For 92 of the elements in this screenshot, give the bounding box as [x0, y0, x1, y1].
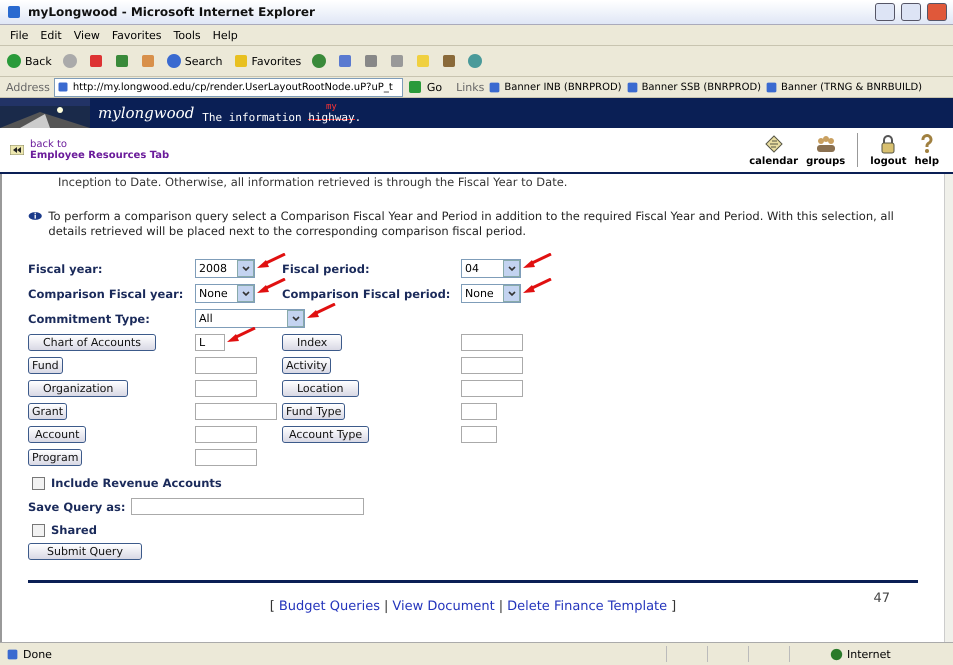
submit-button[interactable]: Submit Query: [28, 543, 142, 560]
footer-link[interactable]: Budget Queries: [278, 599, 380, 614]
menu-item[interactable]: Tools: [170, 28, 205, 42]
intro-text: Inception to Date. Otherwise, all information retrieved is through the Fiscal Year to Date.: [57, 175, 568, 189]
text-field[interactable]: [195, 449, 257, 466]
minimize-button[interactable]: [875, 3, 895, 21]
link-item[interactable]: Banner SSB (BNRPROD): [642, 82, 762, 92]
status-text: Done: [23, 648, 53, 660]
address-field[interactable]: http://my.longwood.edu/cp/render.UserLayoutRootNode.uP?uP_t: [54, 78, 403, 96]
dropdown-button[interactable]: [237, 285, 254, 302]
caret-icon: [508, 290, 516, 296]
lookup-button[interactable]: Location: [282, 380, 359, 397]
links-label: Links: [456, 80, 484, 94]
site-logo: mylongwood: [98, 104, 194, 122]
lookup-button[interactable]: Fund: [28, 357, 63, 374]
info-icon: [28, 209, 42, 223]
dropdown-button[interactable]: [503, 260, 520, 277]
menu-item[interactable]: Help: [208, 28, 242, 42]
header-action[interactable]: groups: [802, 134, 850, 166]
text-field[interactable]: [461, 357, 523, 374]
field-label: Comparison Fiscal year:: [28, 286, 184, 300]
rewind-icon: [10, 145, 24, 155]
menu-item[interactable]: View: [70, 28, 104, 42]
lookup-button[interactable]: Index: [282, 334, 342, 351]
dropdown-field[interactable]: All: [195, 309, 305, 328]
dropdown-field[interactable]: 2008: [195, 259, 255, 278]
dropdown-button[interactable]: [237, 260, 254, 277]
footer-link[interactable]: View Document: [392, 599, 495, 614]
lookup-button[interactable]: Account Type: [282, 426, 370, 443]
maximize-button[interactable]: [901, 3, 921, 21]
toolbar-button[interactable]: Search: [166, 53, 223, 69]
dropdown-button[interactable]: [503, 285, 520, 302]
window-title: myLongwood - Microsoft Internet Explorer: [28, 5, 316, 19]
close-button[interactable]: [927, 3, 947, 21]
field-label: Comparison Fiscal period:: [282, 286, 452, 300]
info-text: To perform a comparison query select a Comparison Fiscal Year and Period in addition to the required Fiscal Year and Period. With this selection, all details retrieved will be placed next to the corresponding comparison fiscal period.: [48, 209, 895, 239]
text-field[interactable]: [131, 498, 364, 515]
dropdown-field[interactable]: None: [195, 284, 255, 303]
text-field[interactable]: [461, 426, 497, 443]
go-button[interactable]: Go: [426, 80, 442, 94]
header-action[interactable]: logout: [866, 134, 910, 166]
footer-link[interactable]: Delete Finance Template: [507, 599, 668, 614]
menu-item[interactable]: File: [6, 28, 32, 42]
lookup-button[interactable]: Chart of Accounts: [28, 334, 156, 351]
bracket: ]: [671, 599, 676, 614]
lookup-button[interactable]: Account: [28, 426, 86, 443]
text-field[interactable]: [195, 380, 257, 397]
lookup-button[interactable]: Grant: [28, 403, 68, 420]
address-label: Address: [6, 80, 50, 94]
text-field[interactable]: L: [195, 334, 225, 351]
field-label: Commitment Type:: [28, 312, 151, 326]
checkbox-label: Shared: [51, 523, 97, 537]
toolbar-button[interactable]: Back: [6, 53, 52, 69]
lookup-button[interactable]: Organization: [28, 380, 128, 397]
header-action[interactable]: calendar: [745, 134, 802, 166]
field-label: Save Query as:: [28, 500, 126, 514]
lookup-button[interactable]: Activity: [282, 357, 332, 374]
checkbox[interactable]: [32, 476, 45, 490]
caret-icon: [292, 316, 300, 322]
back-link[interactable]: back to Employee Resources Tab: [30, 139, 170, 161]
text-field[interactable]: [195, 426, 257, 443]
link-item[interactable]: Banner INB (BNRPROD): [504, 82, 622, 92]
text-field[interactable]: [461, 403, 497, 420]
checkbox[interactable]: [32, 524, 45, 536]
field-label: Fiscal year:: [28, 262, 104, 276]
lookup-button[interactable]: Program: [28, 449, 82, 466]
link-item[interactable]: Banner (TRNG & BNRBUILD): [781, 82, 922, 92]
caret-icon: [508, 266, 516, 272]
calendar-icon: [764, 134, 784, 154]
separator: |: [498, 599, 504, 614]
bracket: [: [270, 599, 275, 614]
text-field[interactable]: [195, 357, 257, 374]
zone-text: Internet: [847, 648, 892, 660]
toolbar-button[interactable]: Favorites: [232, 53, 302, 69]
text-field[interactable]: [195, 403, 277, 420]
separator: |: [384, 599, 388, 614]
field-label: Fiscal period:: [282, 262, 371, 276]
caret-icon: [242, 266, 250, 272]
checkbox-label: Include Revenue Accounts: [51, 476, 222, 490]
menu-item[interactable]: Edit: [36, 28, 66, 42]
header-action[interactable]: help: [910, 134, 943, 166]
menu-item[interactable]: Favorites: [108, 28, 166, 42]
dropdown-field[interactable]: None: [461, 284, 521, 303]
caret-icon: [242, 290, 250, 296]
lookup-button[interactable]: Fund Type: [282, 403, 346, 420]
scrollbar[interactable]: [944, 174, 953, 642]
dropdown-button[interactable]: [287, 310, 304, 327]
dropdown-field[interactable]: 04: [461, 259, 521, 278]
page-number: 47: [873, 591, 890, 606]
people-icon: [816, 134, 836, 154]
text-field[interactable]: [461, 380, 523, 397]
text-field[interactable]: [461, 334, 523, 351]
